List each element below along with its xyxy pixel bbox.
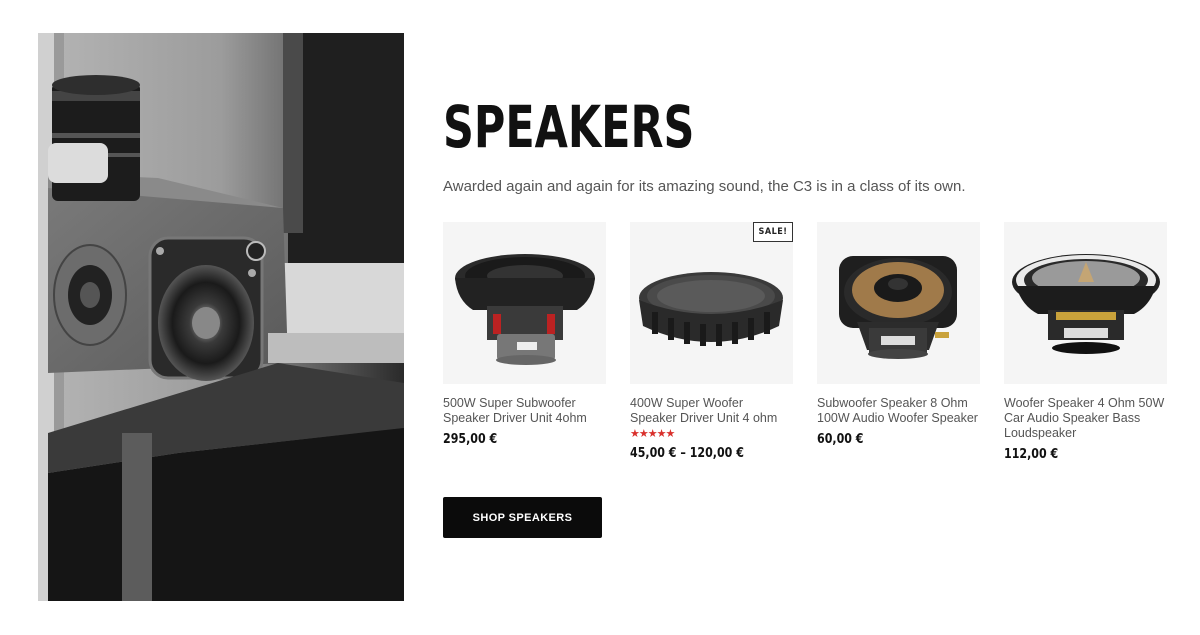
product-price: 112,00 € bbox=[1004, 447, 1059, 462]
shop-speakers-button[interactable]: SHOP SPEAKERS bbox=[443, 497, 602, 538]
speakers-section: SPEAKERS Awarded again and again for its… bbox=[443, 0, 1168, 635]
product-card[interactable]: SALE! 400W Super Woofer Speaker Driver U… bbox=[630, 222, 793, 461]
product-image[interactable]: SALE! bbox=[630, 222, 793, 384]
product-name[interactable]: Subwoofer Speaker 8 Ohm 100W Audio Woofe… bbox=[817, 396, 980, 426]
product-image[interactable] bbox=[1004, 222, 1167, 384]
hero-speaker-photo bbox=[38, 33, 404, 601]
product-image[interactable] bbox=[817, 222, 980, 384]
section-title: SPEAKERS bbox=[443, 93, 695, 161]
product-name[interactable]: 500W Super Subwoofer Speaker Driver Unit… bbox=[443, 396, 606, 426]
star-rating: ★★★★★ bbox=[630, 428, 675, 440]
woofer-image bbox=[639, 272, 783, 346]
product-price: 295,00 € bbox=[443, 432, 498, 447]
product-card[interactable]: Subwoofer Speaker 8 Ohm 100W Audio Woofe… bbox=[817, 222, 980, 447]
woofer-speaker-image bbox=[1012, 254, 1160, 354]
speaker-image bbox=[839, 256, 957, 359]
section-subtitle: Awarded again and again for its amazing … bbox=[443, 178, 966, 195]
subwoofer-image bbox=[455, 254, 595, 365]
product-name[interactable]: 400W Super Woofer Speaker Driver Unit 4 … bbox=[630, 396, 793, 426]
product-image[interactable] bbox=[443, 222, 606, 384]
product-price: 60,00 € bbox=[817, 432, 864, 447]
product-card[interactable]: Woofer Speaker 4 Ohm 50W Car Audio Speak… bbox=[1004, 222, 1167, 462]
product-price: 45,00 € – 120,00 € bbox=[630, 446, 744, 461]
product-name[interactable]: Woofer Speaker 4 Ohm 50W Car Audio Speak… bbox=[1004, 396, 1167, 441]
product-card[interactable]: 500W Super Subwoofer Speaker Driver Unit… bbox=[443, 222, 606, 447]
product-grid: 500W Super Subwoofer Speaker Driver Unit… bbox=[443, 222, 1168, 482]
sale-badge: SALE! bbox=[753, 222, 793, 242]
